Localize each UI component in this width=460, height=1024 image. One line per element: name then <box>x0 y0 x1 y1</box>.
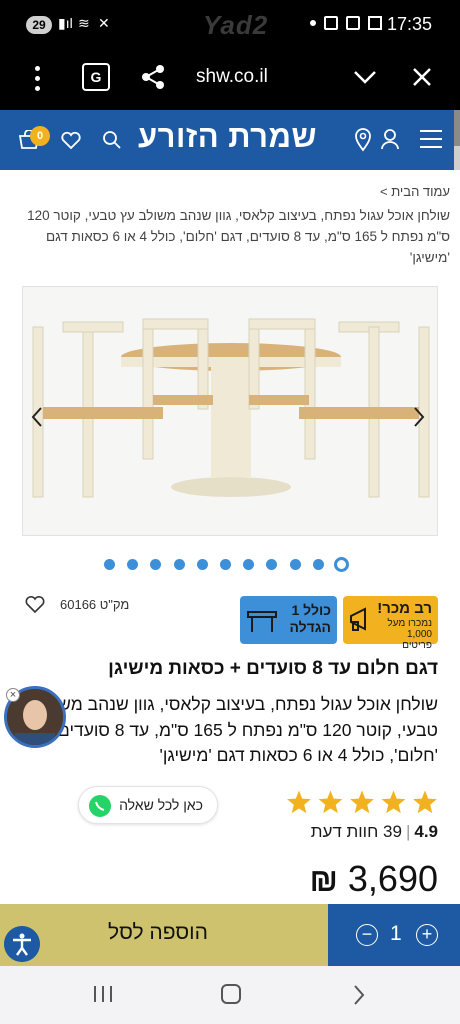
search-icon[interactable] <box>102 130 122 150</box>
rating-summary[interactable]: 4.9|39 חוות דעת <box>311 822 438 842</box>
breadcrumb-home-link[interactable]: עמוד הבית > <box>380 184 450 199</box>
reviews-count[interactable]: 39 חוות דעת <box>311 822 402 841</box>
add-to-cart-label: הוספה לסל <box>108 921 208 944</box>
accessibility-icon[interactable] <box>4 926 40 962</box>
gallery-dot[interactable] <box>289 559 301 570</box>
rating-separator: | <box>405 822 411 841</box>
location-icon[interactable] <box>354 128 372 152</box>
product-price: 3,690 ₪ <box>310 858 438 900</box>
bestseller-badge: רב מכר! נמכרו מעל 1,000 פריטים <box>343 596 438 651</box>
url-text[interactable]: shw.co.il <box>196 66 268 88</box>
gallery-dot[interactable] <box>220 559 231 570</box>
ask-button-label: כאן לכל שאלה <box>119 797 203 813</box>
mute-icon: ✕ <box>98 15 110 31</box>
gallery-prev-icon[interactable] <box>30 406 44 428</box>
table-icon <box>247 611 277 632</box>
check-icon <box>324 16 338 30</box>
dot-icon <box>310 20 316 26</box>
close-chat-icon[interactable]: × <box>6 688 20 702</box>
brand-logo[interactable]: שמרת הזורע <box>138 119 317 155</box>
warning-icon <box>368 16 382 30</box>
gallery-dot[interactable] <box>312 559 324 570</box>
increase-quantity-button[interactable]: + <box>416 924 438 946</box>
gallery-dot[interactable] <box>243 559 255 570</box>
system-navigation-bar <box>0 966 460 1024</box>
status-icons <box>310 16 382 30</box>
gallery-next-icon[interactable] <box>412 406 426 428</box>
scrollbar-thumb[interactable] <box>454 110 460 146</box>
product-description: שולחן אוכל עגול נפתח, בעיצוב קלאסי, גוון… <box>10 694 438 765</box>
whatsapp-ask-button[interactable]: כאן לכל שאלה <box>78 786 218 824</box>
browser-toolbar: G shw.co.il <box>0 50 460 110</box>
rating-score: 4.9 <box>414 822 438 841</box>
translate-icon[interactable]: G <box>82 63 110 91</box>
wifi-icon: ≋ <box>78 15 90 31</box>
home-icon[interactable] <box>221 984 241 1004</box>
star-icon <box>287 790 311 814</box>
cart-count-badge: 0 <box>30 126 50 146</box>
price-amount: 3,690 <box>347 858 438 899</box>
gallery-dot[interactable] <box>173 559 185 570</box>
product-image[interactable] <box>22 286 438 536</box>
gallery-dot[interactable] <box>150 559 162 570</box>
gallery-dots <box>104 556 356 574</box>
breadcrumb-current: שולחן אוכל עגול נפתח, בעיצוב קלאסי, גוון… <box>27 208 450 265</box>
wishlist-heart-icon[interactable] <box>24 594 46 614</box>
quantity-value[interactable]: 1 <box>390 922 402 946</box>
decrease-quantity-button[interactable]: − <box>356 924 378 946</box>
gallery-dot[interactable] <box>266 559 278 570</box>
bestseller-title: רב מכר! <box>377 600 432 617</box>
user-icon[interactable] <box>380 128 400 150</box>
hamburger-menu-icon[interactable] <box>420 130 444 150</box>
status-bar: 29 ▮ıl ≋ ✕ Yad2 17:35 <box>0 0 460 50</box>
star-icon <box>350 790 374 814</box>
star-icon <box>318 790 343 814</box>
bestseller-subtitle: נמכרו מעל 1,000 פריטים <box>387 618 432 651</box>
signal-icon: ▮ıl <box>58 15 73 31</box>
notification-badge: 29 <box>26 16 52 34</box>
gallery-dot[interactable] <box>334 557 349 572</box>
share-icon[interactable] <box>140 64 166 90</box>
rating-stars <box>287 790 437 814</box>
site-header: 0 שמרת הזורע <box>0 110 460 170</box>
chevron-down-icon[interactable] <box>352 66 378 88</box>
sku-label: מק"ט 60166 <box>60 597 130 612</box>
megaphone-icon <box>350 607 366 631</box>
watermark: Yad2 <box>203 10 269 40</box>
clock: 17:35 <box>386 14 432 34</box>
quantity-stepper: − 1 + <box>328 904 460 966</box>
gallery-dot[interactable] <box>127 559 139 570</box>
more-icon[interactable] <box>34 66 42 94</box>
whatsapp-icon <box>89 795 111 817</box>
dining-set-illustration <box>23 287 437 535</box>
gallery-dot[interactable] <box>104 559 115 570</box>
close-icon[interactable] <box>410 65 434 89</box>
extension-badge: כולל 1 הגדלה <box>240 596 337 644</box>
product-title: דגם חלום עד 8 סועדים + כסאות מישיגן <box>108 658 438 679</box>
recents-icon[interactable] <box>92 984 114 1004</box>
add-to-cart-button[interactable]: הוספה לסל <box>0 904 328 966</box>
back-icon[interactable] <box>352 984 366 1006</box>
star-icon <box>413 790 437 814</box>
heart-icon[interactable] <box>60 130 82 150</box>
extension-label: כולל 1 הגדלה <box>289 602 331 635</box>
add-to-cart-bar: הוספה לסל − 1 + <box>0 904 460 966</box>
currency-symbol: ₪ <box>309 862 338 898</box>
screenshot-icon <box>346 16 360 30</box>
star-icon <box>381 790 406 814</box>
gallery-dot[interactable] <box>196 559 208 570</box>
